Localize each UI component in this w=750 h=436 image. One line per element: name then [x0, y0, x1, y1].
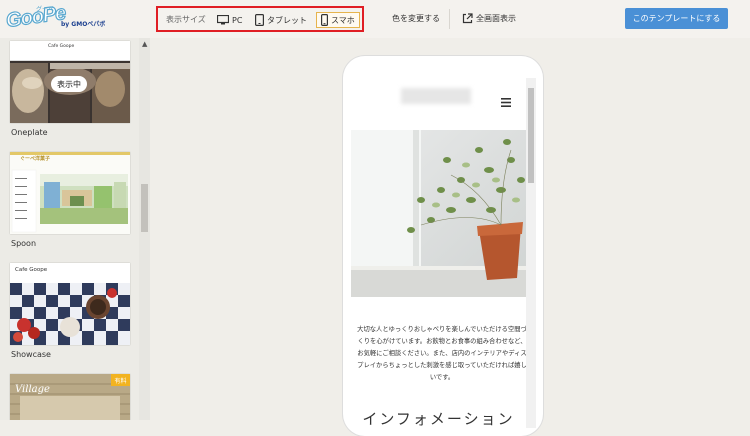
device-smartphone-label: スマホ: [331, 15, 355, 25]
device-pc-button[interactable]: PC: [217, 12, 242, 28]
oneplate-site-title: Cafe Goope: [48, 44, 75, 49]
preview-scrollbar[interactable]: [526, 78, 536, 428]
logo-gmo-pepabo: by GMOペパボ: [61, 21, 106, 28]
toolbar-divider: [449, 9, 450, 29]
external-link-icon: [462, 12, 473, 23]
village-site-title: Village: [15, 384, 50, 395]
template-name-oneplate[interactable]: Oneplate: [11, 128, 48, 137]
template-thumb-oneplate[interactable]: Cafe Goope 表示中: [10, 41, 130, 123]
monitor-icon: [217, 15, 229, 25]
paid-badge: 有料: [111, 374, 130, 386]
change-color-link[interactable]: 色を変更する: [392, 13, 440, 24]
device-smartphone-button[interactable]: スマホ: [316, 12, 360, 28]
template-name-spoon[interactable]: Spoon: [11, 239, 36, 248]
preview-scroll-thumb[interactable]: [528, 88, 534, 183]
information-heading: インフォメーション: [362, 410, 515, 428]
display-size-selector: 表示サイズ PC タブレット スマホ: [156, 6, 364, 32]
template-thumb-village[interactable]: Village 有料: [10, 374, 130, 420]
tablet-icon: [255, 14, 264, 26]
preview-screen: 大切な人とゆっくりおしゃべりを楽しんでいただける空間づくりを心がけています。お飲…: [351, 78, 536, 428]
device-tablet-button[interactable]: タブレット: [255, 12, 307, 28]
showcase-site-title: Cafe Goope: [15, 267, 48, 273]
use-template-button[interactable]: このテンプレートにする: [625, 8, 728, 29]
showcase-preview-image: [10, 263, 130, 345]
hero-plant-image: [351, 130, 526, 297]
template-thumb-spoon[interactable]: ぐーぺ洋菓子: [10, 152, 130, 234]
display-size-label: 表示サイズ: [166, 15, 206, 24]
fullscreen-label: 全画面表示: [476, 13, 516, 23]
smartphone-icon: [321, 14, 328, 26]
scroll-up-arrow-icon[interactable]: ▲: [142, 40, 147, 48]
preview-header: [351, 78, 526, 131]
spoon-site-title: ぐーぺ洋菓子: [20, 156, 51, 162]
current-template-badge: 表示中: [51, 76, 87, 92]
logo-kana: グーペ: [36, 6, 55, 13]
sidebar-scrollbar[interactable]: ▲: [139, 38, 150, 420]
template-name-showcase[interactable]: Showcase: [11, 350, 51, 359]
template-thumb-showcase[interactable]: Cafe Goope: [10, 263, 130, 345]
hamburger-menu-icon[interactable]: [501, 98, 511, 107]
device-pc-label: PC: [232, 15, 243, 25]
template-sidebar: Cafe Goope 表示中 Oneplate ぐーぺ洋菓子 Spoon Caf…: [0, 38, 150, 420]
device-tablet-label: タブレット: [267, 15, 307, 25]
spoon-preview-image: [10, 152, 130, 234]
blurred-site-logo: [401, 88, 471, 104]
goope-logo[interactable]: GooPe グーペ by GMOペパボ: [4, 1, 105, 34]
fullscreen-link[interactable]: 全画面表示: [462, 11, 516, 25]
sidebar-scroll-thumb[interactable]: [141, 184, 148, 232]
top-toolbar: GooPe グーペ by GMOペパボ 表示サイズ PC タブレット スマホ 色…: [0, 0, 750, 38]
intro-paragraph: 大切な人とゆっくりおしゃべりを楽しんでいただける空間づくりを心がけています。お飲…: [357, 326, 527, 381]
